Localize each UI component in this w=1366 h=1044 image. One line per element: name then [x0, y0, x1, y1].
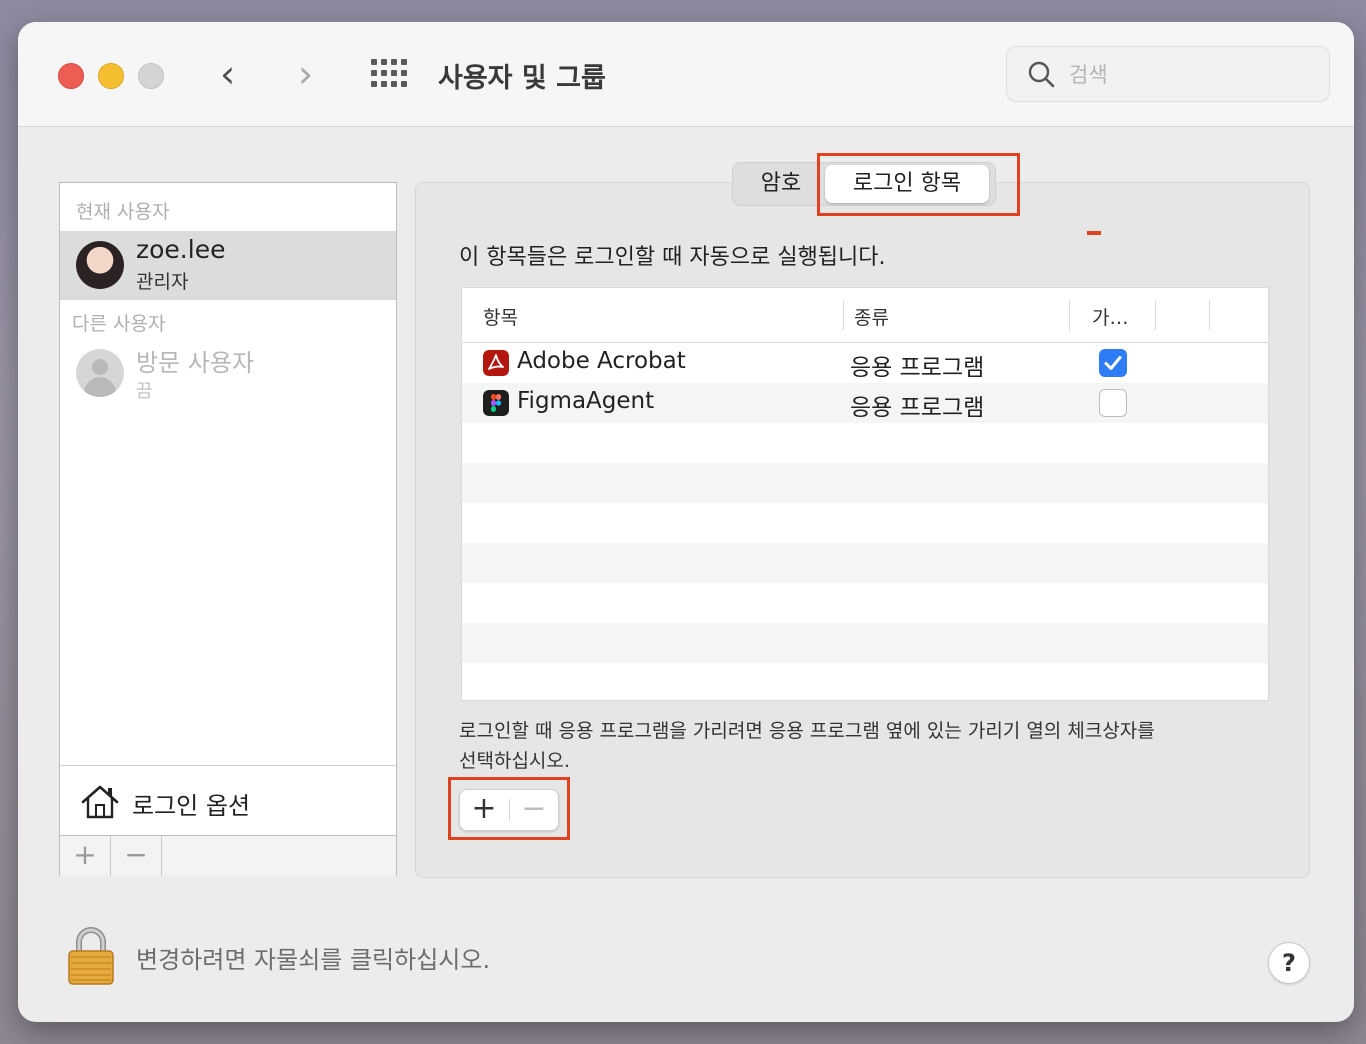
current-user-role: 관리자 — [136, 271, 189, 293]
column-header-item[interactable]: 항목 — [483, 303, 518, 330]
item-name: Adobe Acrobat — [517, 348, 686, 374]
login-items-description: 이 항목들은 로그인할 때 자동으로 실행됩니다. — [459, 245, 886, 270]
user-avatar — [76, 241, 124, 289]
empty-row — [462, 663, 1268, 700]
users-sidebar: 현재 사용자 zoe.lee 관리자 다른 사용자 방문 사용자 끔 로그인 옵… — [59, 182, 397, 876]
titlebar: ‹ › 사용자 및 그룹 — [18, 22, 1354, 127]
item-name: FigmaAgent — [517, 388, 655, 414]
column-separator — [1069, 300, 1070, 330]
table-header: 항목 종류 가… — [462, 288, 1268, 343]
item-kind: 응용 프로그램 — [850, 395, 985, 421]
column-header-hide[interactable]: 가… — [1092, 303, 1128, 330]
checkmark-icon — [1104, 356, 1122, 370]
empty-row — [462, 543, 1268, 583]
empty-row — [462, 463, 1268, 503]
lock-instruction-text: 변경하려면 자물쇠를 클릭하십시오. — [136, 946, 491, 974]
empty-row — [462, 423, 1268, 463]
hide-hint-text: 로그인할 때 응용 프로그램을 가리려면 응용 프로그램 옆에 있는 가리기 열… — [459, 720, 1155, 772]
tab-password[interactable]: 암호 — [739, 163, 823, 205]
current-user-name: zoe.lee — [136, 235, 226, 264]
login-options-label: 로그인 옵션 — [132, 792, 251, 820]
remove-user-button[interactable]: − — [111, 836, 162, 876]
show-all-grid-icon[interactable] — [371, 59, 407, 87]
house-icon — [81, 785, 119, 819]
guest-user-name: 방문 사용자 — [136, 349, 255, 377]
column-separator — [1155, 300, 1156, 330]
help-button[interactable]: ? — [1268, 942, 1310, 984]
back-button[interactable]: ‹ — [220, 54, 235, 94]
guest-avatar-icon — [76, 349, 124, 397]
table-row[interactable]: Adobe Acrobat 응용 프로그램 — [462, 343, 1268, 383]
add-remove-highlight-box — [448, 777, 570, 840]
forward-button[interactable]: › — [298, 54, 313, 94]
hide-checkbox[interactable] — [1099, 349, 1127, 377]
empty-row — [462, 503, 1268, 543]
hide-checkbox[interactable] — [1099, 389, 1127, 417]
current-user-row[interactable]: zoe.lee 관리자 — [60, 231, 396, 299]
system-preferences-window: ‹ › 사용자 및 그룹 현재 사용자 zoe.lee 관리자 다른 사용자 — [18, 22, 1354, 1022]
empty-row — [462, 583, 1268, 623]
adobe-acrobat-icon — [483, 350, 509, 376]
sidebar-divider — [60, 299, 396, 300]
column-separator — [843, 300, 844, 330]
login-options-item[interactable]: 로그인 옵션 — [60, 765, 396, 836]
annotation-mark — [1087, 231, 1101, 235]
search-field[interactable] — [1006, 46, 1330, 102]
close-button[interactable] — [58, 63, 84, 89]
login-items-table: 항목 종류 가… Adobe Acrobat 응용 프로그램 FigmaAgen… — [461, 287, 1269, 701]
search-input[interactable] — [1067, 59, 1311, 91]
window-title: 사용자 및 그룹 — [438, 63, 606, 94]
current-user-section-label: 현재 사용자 — [76, 201, 170, 223]
search-icon — [1028, 61, 1055, 88]
column-separator — [1209, 300, 1210, 330]
sidebar-footer: + − — [60, 835, 396, 876]
empty-row — [462, 623, 1268, 663]
table-row[interactable]: FigmaAgent 응용 프로그램 — [462, 383, 1268, 423]
minimize-button[interactable] — [98, 63, 124, 89]
item-kind: 응용 프로그램 — [850, 355, 985, 381]
guest-user-status: 끔 — [136, 381, 153, 402]
tab-highlight-box — [817, 153, 1020, 216]
add-user-button[interactable]: + — [60, 836, 111, 876]
lock-icon[interactable] — [66, 924, 116, 986]
column-header-kind[interactable]: 종류 — [854, 303, 889, 330]
figma-icon — [483, 390, 509, 416]
zoom-button[interactable] — [138, 63, 164, 89]
other-users-section-label: 다른 사용자 — [72, 313, 166, 335]
